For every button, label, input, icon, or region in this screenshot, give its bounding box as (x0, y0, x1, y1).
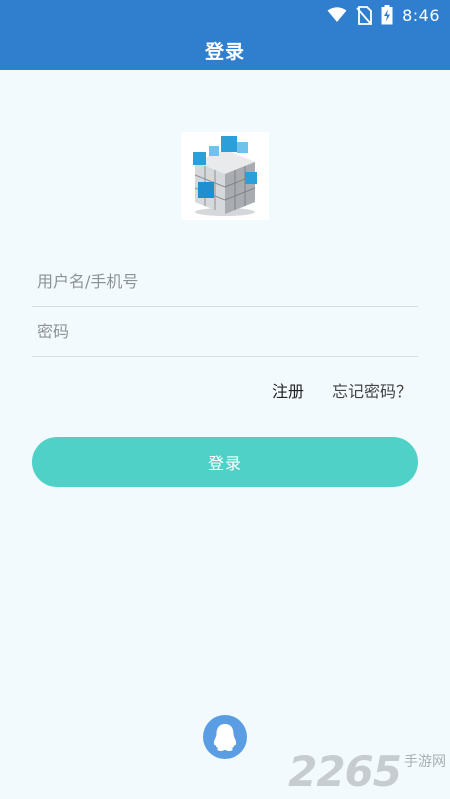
forgot-password-link[interactable]: 忘记密码？ (332, 378, 412, 402)
qq-penguin-icon (213, 724, 237, 751)
register-link[interactable]: 注册 (272, 378, 304, 402)
app-bar: 登录 (0, 30, 450, 70)
status-icons: 8:46 (327, 4, 440, 26)
username-input[interactable] (32, 257, 418, 306)
wifi-icon (327, 7, 347, 22)
username-field[interactable] (32, 257, 418, 307)
no-sim-icon (356, 5, 372, 25)
watermark: 2265 手游网 (288, 751, 446, 793)
app-logo (181, 132, 269, 220)
status-bar: 8:46 (0, 0, 450, 30)
password-input[interactable] (32, 307, 418, 356)
watermark-text: 手游网 (404, 754, 446, 770)
password-field[interactable] (32, 307, 418, 357)
cube-logo-icon (193, 136, 257, 216)
page-title: 登录 (204, 40, 245, 63)
battery-charging-icon (381, 5, 393, 25)
qq-login-button[interactable] (203, 715, 247, 759)
watermark-number: 2265 (288, 747, 402, 796)
status-time: 8:46 (402, 5, 440, 25)
login-button[interactable]: 登录 (32, 437, 418, 487)
